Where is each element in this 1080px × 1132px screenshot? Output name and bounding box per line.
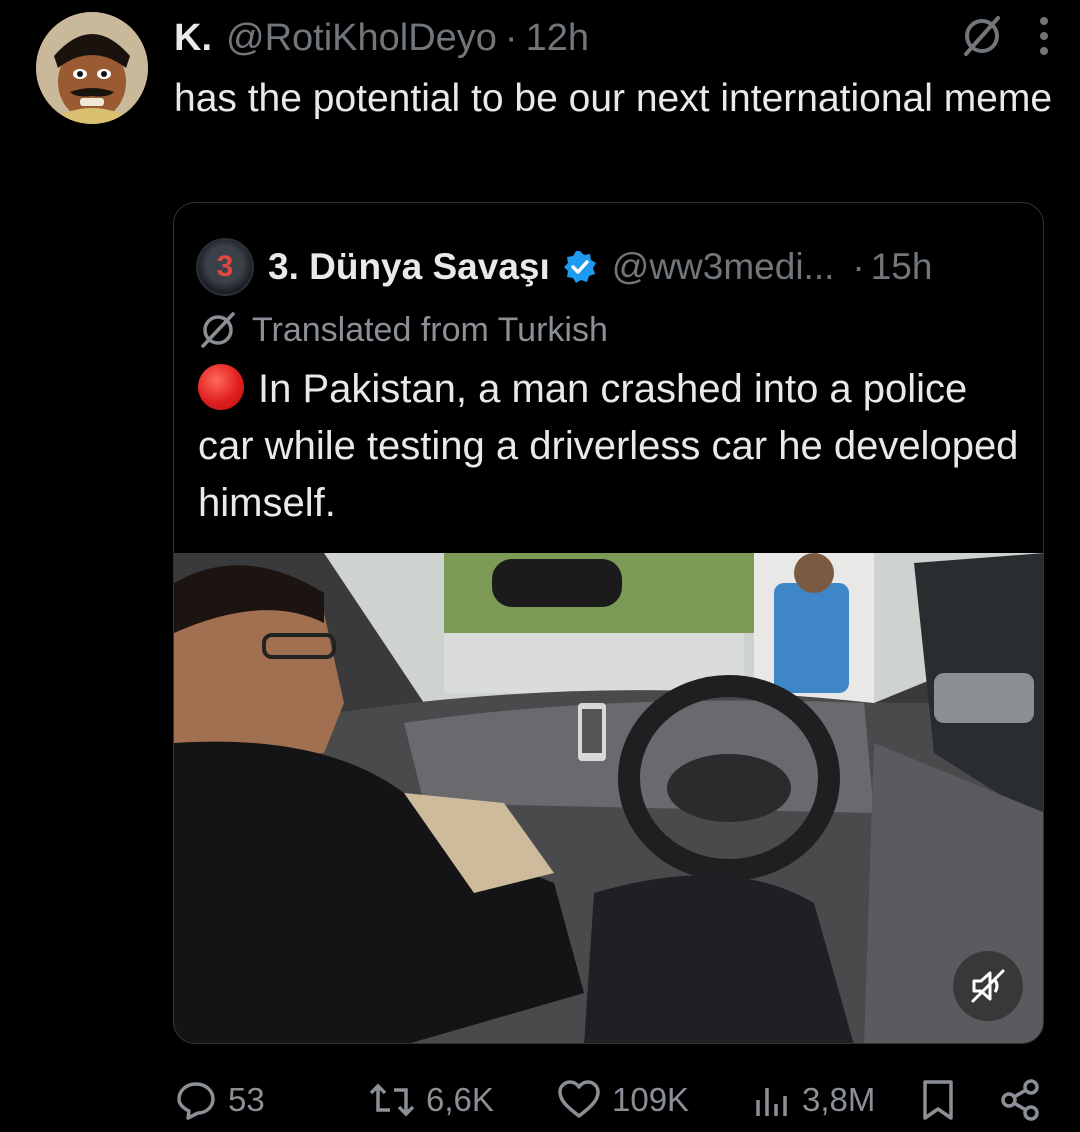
author-avatar[interactable] (36, 12, 148, 124)
quoted-text-block: In Pakistan, a man crashed into a police… (198, 361, 1028, 532)
quoted-author-name[interactable]: 3. Dünya Savaşı (268, 246, 550, 288)
heart-icon (556, 1078, 602, 1122)
quoted-avatar[interactable]: 3 (196, 238, 254, 296)
bar-chart-icon (752, 1078, 792, 1122)
quoted-tweet[interactable]: 3 3. Dünya Savaşı @ww3medi... · 15h Tran… (173, 202, 1044, 1044)
verified-badge-icon (562, 249, 598, 285)
tweet-time[interactable]: 12h (526, 17, 589, 60)
views-count: 3,8M (802, 1081, 876, 1118)
quoted-time[interactable]: 15h (871, 246, 933, 288)
repost-count: 6,6K (426, 1081, 494, 1118)
like-count: 109K (612, 1081, 690, 1118)
tweet-text: has the potential to be our next interna… (174, 77, 1053, 120)
header-separator: · (504, 16, 518, 59)
tweet-header: K. @RotiKholDeyo · 12h (174, 14, 589, 62)
header-actions (960, 14, 1050, 62)
mute-toggle-button[interactable] (953, 951, 1023, 1021)
reply-icon (174, 1078, 218, 1122)
quoted-author-handle[interactable]: @ww3medi... (612, 246, 835, 288)
translate-icon (198, 310, 238, 350)
avatar-image (36, 12, 148, 124)
quoted-header: 3 3. Dünya Savaşı @ww3medi... · 15h (196, 238, 933, 296)
video-player[interactable] (174, 553, 1043, 1043)
author-handle[interactable]: @RotiKholDeyo (226, 17, 497, 60)
repost-button[interactable]: 6,6K (368, 1072, 494, 1128)
translate-icon[interactable] (960, 14, 1004, 63)
author-name[interactable]: K. (174, 17, 212, 60)
bookmark-button[interactable] (918, 1072, 958, 1128)
video-thumbnail (174, 553, 1043, 1043)
more-options-icon[interactable] (1038, 16, 1050, 61)
repost-icon (368, 1078, 416, 1122)
quoted-text: In Pakistan, a man crashed into a police… (198, 367, 1019, 525)
tweet-action-bar: 53 6,6K 109K 3,8M (0, 1072, 1080, 1128)
share-icon (998, 1078, 1042, 1122)
views-button[interactable]: 3,8M (752, 1072, 875, 1128)
translation-label: Translated from Turkish (252, 310, 608, 349)
bookmark-icon (918, 1078, 958, 1122)
quoted-separator: · (852, 246, 865, 287)
reply-button[interactable]: 53 (174, 1072, 265, 1128)
reply-count: 53 (228, 1081, 265, 1118)
share-button[interactable] (998, 1072, 1042, 1128)
quoted-avatar-label: 3 (216, 250, 234, 283)
red-circle-icon (198, 364, 244, 410)
like-button[interactable]: 109K (556, 1072, 689, 1128)
translation-notice[interactable]: Translated from Turkish (198, 307, 608, 353)
muted-speaker-icon (968, 966, 1008, 1006)
